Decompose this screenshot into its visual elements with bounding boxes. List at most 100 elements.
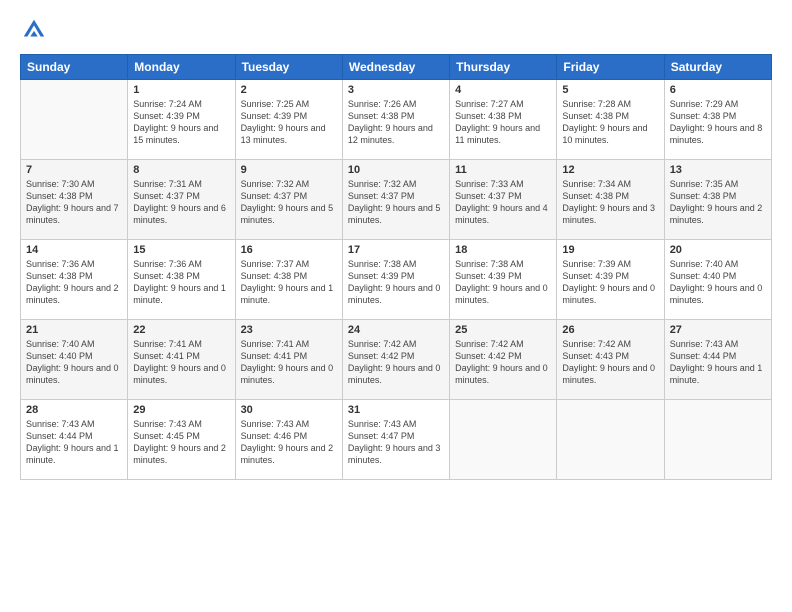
weekday-header: Tuesday [235, 55, 342, 80]
calendar-cell: 7Sunrise: 7:30 AMSunset: 4:38 PMDaylight… [21, 160, 128, 240]
day-info: Sunrise: 7:43 AMSunset: 4:45 PMDaylight:… [133, 418, 229, 467]
calendar-cell: 12Sunrise: 7:34 AMSunset: 4:38 PMDayligh… [557, 160, 664, 240]
day-info: Sunrise: 7:37 AMSunset: 4:38 PMDaylight:… [241, 258, 337, 307]
calendar-week-row: 1 Sunrise: 7:24 AMSunset: 4:39 PMDaylight… [21, 80, 772, 160]
day-info: Sunrise: 7:42 AMSunset: 4:43 PMDaylight:… [562, 338, 658, 387]
day-number: 30 [241, 404, 337, 416]
calendar-cell: 23 Sunrise: 7:41 AMSunset: 4:41 PMDayligh… [235, 320, 342, 400]
calendar-cell: 31 Sunrise: 7:43 AMSunset: 4:47 PMDayligh… [342, 400, 449, 480]
day-info: Sunrise: 7:35 AMSunset: 4:38 PMDaylight:… [670, 178, 766, 227]
calendar-cell: 18Sunrise: 7:38 AMSunset: 4:39 PMDayligh… [450, 240, 557, 320]
calendar-cell: 10 Sunrise: 7:32 AMSunset: 4:37 PMDayligh… [342, 160, 449, 240]
day-info: Sunrise: 7:40 AMSunset: 4:40 PMDaylight:… [26, 338, 122, 387]
weekday-header: Wednesday [342, 55, 449, 80]
day-info: Sunrise: 7:43 AMSunset: 4:44 PMDaylight:… [26, 418, 122, 467]
day-number: 24 [348, 324, 444, 336]
day-number: 21 [26, 324, 122, 336]
day-number: 15 [133, 244, 229, 256]
day-info: Sunrise: 7:43 AMSunset: 4:44 PMDaylight:… [670, 338, 766, 387]
calendar-cell: 21 Sunrise: 7:40 AMSunset: 4:40 PMDayligh… [21, 320, 128, 400]
day-info: Sunrise: 7:40 AMSunset: 4:40 PMDaylight:… [670, 258, 766, 307]
calendar-cell: 15 Sunrise: 7:36 AMSunset: 4:38 PMDayligh… [128, 240, 235, 320]
calendar-cell: 30 Sunrise: 7:43 AMSunset: 4:46 PMDayligh… [235, 400, 342, 480]
calendar-cell: 5 Sunrise: 7:28 AMSunset: 4:38 PMDaylight… [557, 80, 664, 160]
weekday-header: Sunday [21, 55, 128, 80]
day-number: 5 [562, 84, 658, 96]
logo [20, 16, 52, 44]
day-number: 8 [133, 164, 229, 176]
day-info: Sunrise: 7:29 AMSunset: 4:38 PMDaylight:… [670, 98, 766, 147]
calendar-cell: 17Sunrise: 7:38 AMSunset: 4:39 PMDayligh… [342, 240, 449, 320]
calendar-week-row: 14 Sunrise: 7:36 AMSunset: 4:38 PMDayligh… [21, 240, 772, 320]
day-info: Sunrise: 7:32 AMSunset: 4:37 PMDaylight:… [348, 178, 444, 227]
day-info: Sunrise: 7:36 AMSunset: 4:38 PMDaylight:… [133, 258, 229, 307]
day-info: Sunrise: 7:39 AMSunset: 4:39 PMDaylight:… [562, 258, 658, 307]
day-number: 28 [26, 404, 122, 416]
calendar-cell: 20 Sunrise: 7:40 AMSunset: 4:40 PMDayligh… [664, 240, 771, 320]
day-info: Sunrise: 7:31 AMSunset: 4:37 PMDaylight:… [133, 178, 229, 227]
day-number: 19 [562, 244, 658, 256]
day-info: Sunrise: 7:28 AMSunset: 4:38 PMDaylight:… [562, 98, 658, 147]
calendar-cell: 14 Sunrise: 7:36 AMSunset: 4:38 PMDayligh… [21, 240, 128, 320]
day-number: 9 [241, 164, 337, 176]
day-number: 26 [562, 324, 658, 336]
calendar-week-row: 28 Sunrise: 7:43 AMSunset: 4:44 PMDayligh… [21, 400, 772, 480]
calendar-cell: 29 Sunrise: 7:43 AMSunset: 4:45 PMDayligh… [128, 400, 235, 480]
day-info: Sunrise: 7:43 AMSunset: 4:46 PMDaylight:… [241, 418, 337, 467]
calendar-cell: 6Sunrise: 7:29 AMSunset: 4:38 PMDaylight… [664, 80, 771, 160]
day-number: 27 [670, 324, 766, 336]
weekday-header-row: SundayMondayTuesdayWednesdayThursdayFrid… [21, 55, 772, 80]
calendar-cell: 13 Sunrise: 7:35 AMSunset: 4:38 PMDayligh… [664, 160, 771, 240]
day-number: 1 [133, 84, 229, 96]
day-number: 31 [348, 404, 444, 416]
day-number: 20 [670, 244, 766, 256]
calendar-cell: 2 Sunrise: 7:25 AMSunset: 4:39 PMDaylight… [235, 80, 342, 160]
day-number: 23 [241, 324, 337, 336]
page: SundayMondayTuesdayWednesdayThursdayFrid… [0, 0, 792, 612]
day-info: Sunrise: 7:41 AMSunset: 4:41 PMDaylight:… [241, 338, 337, 387]
day-number: 2 [241, 84, 337, 96]
day-number: 10 [348, 164, 444, 176]
day-info: Sunrise: 7:41 AMSunset: 4:41 PMDaylight:… [133, 338, 229, 387]
calendar-week-row: 21 Sunrise: 7:40 AMSunset: 4:40 PMDayligh… [21, 320, 772, 400]
day-number: 12 [562, 164, 658, 176]
calendar-cell: 24Sunrise: 7:42 AMSunset: 4:42 PMDayligh… [342, 320, 449, 400]
day-info: Sunrise: 7:24 AMSunset: 4:39 PMDaylight:… [133, 98, 229, 147]
calendar-cell: 4 Sunrise: 7:27 AMSunset: 4:38 PMDaylight… [450, 80, 557, 160]
weekday-header: Friday [557, 55, 664, 80]
calendar-cell [21, 80, 128, 160]
calendar-cell: 9 Sunrise: 7:32 AMSunset: 4:37 PMDaylight… [235, 160, 342, 240]
calendar-cell: 16 Sunrise: 7:37 AMSunset: 4:38 PMDayligh… [235, 240, 342, 320]
day-number: 18 [455, 244, 551, 256]
day-info: Sunrise: 7:27 AMSunset: 4:38 PMDaylight:… [455, 98, 551, 147]
day-number: 29 [133, 404, 229, 416]
day-number: 14 [26, 244, 122, 256]
day-info: Sunrise: 7:30 AMSunset: 4:38 PMDaylight:… [26, 178, 122, 227]
calendar: SundayMondayTuesdayWednesdayThursdayFrid… [20, 54, 772, 480]
calendar-cell: 11Sunrise: 7:33 AMSunset: 4:37 PMDayligh… [450, 160, 557, 240]
day-number: 11 [455, 164, 551, 176]
day-number: 25 [455, 324, 551, 336]
weekday-header: Monday [128, 55, 235, 80]
calendar-cell: 19 Sunrise: 7:39 AMSunset: 4:39 PMDayligh… [557, 240, 664, 320]
weekday-header: Thursday [450, 55, 557, 80]
weekday-header: Saturday [664, 55, 771, 80]
calendar-cell: 22Sunrise: 7:41 AMSunset: 4:41 PMDayligh… [128, 320, 235, 400]
day-number: 17 [348, 244, 444, 256]
day-info: Sunrise: 7:36 AMSunset: 4:38 PMDaylight:… [26, 258, 122, 307]
day-number: 13 [670, 164, 766, 176]
header [20, 16, 772, 44]
day-info: Sunrise: 7:25 AMSunset: 4:39 PMDaylight:… [241, 98, 337, 147]
day-info: Sunrise: 7:42 AMSunset: 4:42 PMDaylight:… [455, 338, 551, 387]
day-info: Sunrise: 7:32 AMSunset: 4:37 PMDaylight:… [241, 178, 337, 227]
day-number: 16 [241, 244, 337, 256]
day-info: Sunrise: 7:43 AMSunset: 4:47 PMDaylight:… [348, 418, 444, 467]
calendar-cell: 3Sunrise: 7:26 AMSunset: 4:38 PMDaylight… [342, 80, 449, 160]
calendar-cell: 25 Sunrise: 7:42 AMSunset: 4:42 PMDayligh… [450, 320, 557, 400]
day-number: 4 [455, 84, 551, 96]
calendar-cell: 28 Sunrise: 7:43 AMSunset: 4:44 PMDayligh… [21, 400, 128, 480]
day-number: 3 [348, 84, 444, 96]
calendar-cell: 26 Sunrise: 7:42 AMSunset: 4:43 PMDayligh… [557, 320, 664, 400]
calendar-cell: 27 Sunrise: 7:43 AMSunset: 4:44 PMDayligh… [664, 320, 771, 400]
calendar-cell [557, 400, 664, 480]
